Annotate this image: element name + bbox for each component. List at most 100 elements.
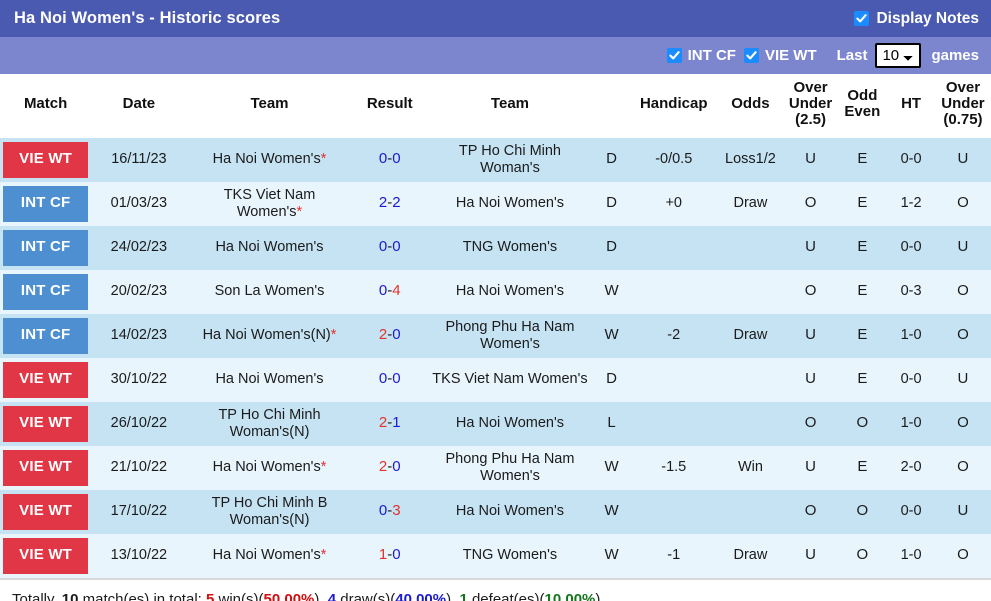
cell-score[interactable]: 2-1 bbox=[352, 401, 428, 446]
vie-wt-checkbox[interactable] bbox=[743, 48, 759, 63]
cell-home-team[interactable]: Son La Women's bbox=[186, 269, 353, 314]
summary-text: ). bbox=[595, 590, 605, 601]
match-type-badge: INT CF bbox=[3, 317, 89, 354]
games-count-select[interactable]: 10203050 bbox=[875, 43, 922, 68]
table-row[interactable]: VIE WT 16/11/23 Ha Noi Women's* 0-0 TP Ho Ch… bbox=[0, 137, 991, 182]
cell-away-team[interactable]: TKS Viet Nam Women's bbox=[427, 357, 593, 402]
cell-score[interactable]: 0-4 bbox=[352, 269, 428, 314]
col-ou25-line1: Over bbox=[793, 79, 828, 96]
match-type-badge: VIE WT bbox=[3, 361, 89, 398]
cell-score[interactable]: 2-0 bbox=[352, 445, 428, 490]
cell-away-team[interactable]: Ha Noi Women's bbox=[427, 181, 593, 226]
cell-match: INT CF bbox=[0, 269, 92, 314]
cell-home-team[interactable]: TP Ho Chi Minh B Woman's(N) bbox=[186, 489, 353, 534]
cell-odds bbox=[717, 489, 784, 534]
cell-over-under-25: U bbox=[783, 225, 838, 270]
cell-away-team[interactable]: Phong Phu Ha Nam Women's bbox=[427, 313, 593, 358]
cell-ht: 0-0 bbox=[887, 225, 935, 270]
summary-text: draw(s)( bbox=[336, 590, 396, 601]
filter-int-cf[interactable]: INT CF bbox=[666, 47, 736, 64]
cell-handicap bbox=[630, 489, 718, 534]
score-away: 4 bbox=[392, 282, 401, 300]
cell-away-team[interactable]: Ha Noi Women's bbox=[427, 489, 593, 534]
asterisk-icon: * bbox=[320, 547, 327, 564]
summary-text: defeat(es)( bbox=[467, 590, 545, 601]
cell-over-under-25: O bbox=[783, 401, 838, 446]
cell-date: 21/10/22 bbox=[91, 445, 187, 490]
table-row[interactable]: VIE WT 30/10/22 Ha Noi Women's 0-0 TKS Viet … bbox=[0, 357, 991, 402]
cell-away-team[interactable]: TNG Women's bbox=[427, 225, 593, 270]
table-row[interactable]: VIE WT 17/10/22 TP Ho Chi Minh B Woman's(N… bbox=[0, 489, 991, 534]
cell-home-team[interactable]: Ha Noi Women's bbox=[186, 225, 353, 270]
display-notes-label: Display Notes bbox=[876, 9, 979, 27]
col-ou075-line1: Over bbox=[945, 79, 981, 96]
cell-odds: Win bbox=[717, 445, 784, 490]
match-type-badge: VIE WT bbox=[3, 493, 89, 530]
table-row[interactable]: INT CF 24/02/23 Ha Noi Women's 0-0 TNG Women… bbox=[0, 225, 991, 270]
cell-ht: 1-2 bbox=[887, 181, 935, 226]
cell-away-team[interactable]: Ha Noi Women's bbox=[427, 269, 593, 314]
header-row: Match Date Team Result Team Handicap Odd… bbox=[0, 74, 991, 138]
cell-match: VIE WT bbox=[0, 489, 92, 534]
cell-wdl: D bbox=[592, 357, 631, 402]
int-cf-checkbox[interactable] bbox=[666, 48, 682, 63]
cell-score[interactable]: 2-2 bbox=[352, 181, 428, 226]
cell-odd-even: O bbox=[837, 489, 888, 534]
cell-over-under-075: O bbox=[934, 401, 991, 446]
summary-section: Totally, 10 match(es) in total: 5 win(s)… bbox=[0, 577, 991, 601]
cell-home-team[interactable]: Ha Noi Women's* bbox=[186, 137, 353, 182]
cell-date: 01/03/23 bbox=[91, 181, 187, 226]
summary-text: Totally, bbox=[12, 590, 62, 601]
table-row[interactable]: VIE WT 21/10/22 Ha Noi Women's* 2-0 Phong Ph… bbox=[0, 445, 991, 490]
cell-date: 13/10/22 bbox=[91, 533, 187, 578]
col-over-under-25: Over Under (2.5) bbox=[783, 74, 838, 138]
cell-away-team[interactable]: TNG Women's bbox=[427, 533, 593, 578]
match-type-badge: VIE WT bbox=[3, 141, 89, 178]
cell-home-team[interactable]: Ha Noi Women's* bbox=[186, 533, 353, 578]
cell-handicap bbox=[630, 357, 718, 402]
summary-wins-pct: 50.00% bbox=[263, 590, 315, 601]
score-home: 1 bbox=[378, 546, 388, 564]
col-ou075-line3: (0.75) bbox=[943, 111, 983, 129]
filter-vie-wt[interactable]: VIE WT bbox=[743, 47, 817, 64]
cell-score[interactable]: 0-0 bbox=[352, 225, 428, 270]
cell-away-team[interactable]: TP Ho Chi Minh Woman's bbox=[427, 137, 593, 182]
score-away: 3 bbox=[392, 502, 401, 520]
table-row[interactable]: INT CF 20/02/23 Son La Women's 0-4 Ha Noi Wo… bbox=[0, 269, 991, 314]
cell-over-under-075: U bbox=[934, 137, 991, 182]
cell-score[interactable]: 0-0 bbox=[352, 357, 428, 402]
cell-home-team[interactable]: TP Ho Chi Minh Woman's(N) bbox=[186, 401, 353, 446]
cell-handicap: +0 bbox=[630, 181, 718, 226]
col-ou25-line2: Under bbox=[788, 95, 833, 113]
cell-home-team[interactable]: Ha Noi Women's* bbox=[186, 445, 353, 490]
cell-odd-even: O bbox=[837, 401, 888, 446]
cell-date: 20/02/23 bbox=[91, 269, 187, 314]
cell-date: 24/02/23 bbox=[91, 225, 187, 270]
cell-odds: Draw bbox=[717, 181, 784, 226]
display-notes-toggle[interactable]: Display Notes bbox=[854, 10, 979, 28]
cell-home-team[interactable]: Ha Noi Women's(N)* bbox=[186, 313, 353, 358]
cell-over-under-075: O bbox=[934, 533, 991, 578]
cell-home-team[interactable]: TKS Viet Nam Women's* bbox=[186, 181, 353, 226]
summary-draws-pct: 40.00% bbox=[395, 590, 447, 601]
cell-odds: Loss1/2 bbox=[717, 137, 784, 182]
display-notes-checkbox[interactable] bbox=[854, 11, 870, 26]
table-row[interactable]: INT CF 14/02/23 Ha Noi Women's(N)* 2-0 Phong… bbox=[0, 313, 991, 358]
cell-away-team[interactable]: Ha Noi Women's bbox=[427, 401, 593, 446]
score-home: 2 bbox=[378, 194, 388, 212]
cell-score[interactable]: 2-0 bbox=[352, 313, 428, 358]
table-row[interactable]: VIE WT 13/10/22 Ha Noi Women's* 1-0 TNG Wome… bbox=[0, 533, 991, 578]
page-title: Ha Noi Women's - Historic scores bbox=[14, 9, 281, 27]
score-home: 2 bbox=[378, 414, 388, 432]
cell-score[interactable]: 1-0 bbox=[352, 533, 428, 578]
cell-ht: 1-0 bbox=[887, 313, 935, 358]
score-home: 0 bbox=[378, 282, 388, 300]
cell-score[interactable]: 0-3 bbox=[352, 489, 428, 534]
cell-score[interactable]: 0-0 bbox=[352, 137, 428, 182]
vie-wt-label: VIE WT bbox=[764, 47, 817, 64]
table-row[interactable]: VIE WT 26/10/22 TP Ho Chi Minh Woman's(N) 2… bbox=[0, 401, 991, 446]
cell-home-team[interactable]: Ha Noi Women's bbox=[186, 357, 353, 402]
cell-away-team[interactable]: Phong Phu Ha Nam Women's bbox=[427, 445, 593, 490]
score-away: 2 bbox=[392, 194, 401, 212]
table-row[interactable]: INT CF 01/03/23 TKS Viet Nam Women's* 2-2 Ha… bbox=[0, 181, 991, 226]
